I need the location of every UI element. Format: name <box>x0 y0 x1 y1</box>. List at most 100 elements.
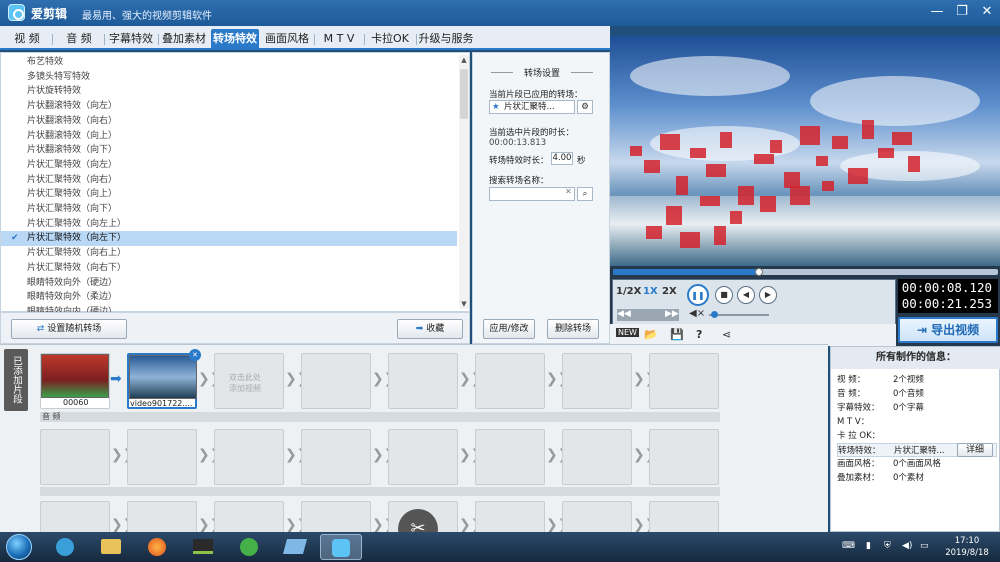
new-project-icon[interactable]: NEW <box>616 328 639 337</box>
share-icon[interactable]: ⋖ <box>722 328 731 341</box>
audio-slot[interactable] <box>475 429 545 485</box>
volume-tray-icon[interactable]: ◀) <box>902 541 912 551</box>
tab-style[interactable]: 画面风格 <box>262 29 312 49</box>
transition-item[interactable]: 片状翻滚特效（向下） <box>1 143 457 158</box>
transition-item[interactable]: ✔ 片状汇聚特效（向左下） <box>1 231 457 247</box>
keyboard-icon[interactable]: ⌨ <box>842 541 855 551</box>
total-time: 00:00:21.253 <box>901 296 992 311</box>
audio-slot[interactable] <box>40 429 110 485</box>
speed-normal[interactable]: 1X <box>643 286 658 297</box>
transition-item[interactable]: 片状旋转特效 <box>1 84 457 99</box>
tab-mtv[interactable]: M T V <box>316 29 362 49</box>
transition-item[interactable]: 片状汇聚特效（向右上） <box>1 246 457 261</box>
volume-icon[interactable]: ◀× <box>689 308 705 319</box>
transition-item[interactable]: 片状翻滚特效（向右） <box>1 114 457 129</box>
delete-transition-button[interactable]: 删除转场 <box>547 319 599 339</box>
rewind-icon[interactable]: ◀◀ <box>617 309 631 319</box>
refresh-app-icon[interactable] <box>228 534 270 560</box>
volume-slider[interactable] <box>709 314 769 316</box>
transition-item[interactable]: 片状汇聚特效（向左） <box>1 158 457 173</box>
firefox-icon[interactable] <box>136 534 178 560</box>
notes-app-icon[interactable] <box>274 534 316 560</box>
speed-half[interactable]: 1/2X <box>616 286 641 297</box>
explorer-icon[interactable] <box>90 534 132 560</box>
tab-upgrade[interactable]: 升级与服务 <box>418 29 474 49</box>
clip-slot[interactable]: 00060 <box>40 353 110 409</box>
transition-tile <box>892 132 912 145</box>
clear-search-icon[interactable]: ✕ <box>565 187 572 196</box>
transition-item[interactable]: 眼睛特效向外（硬边） <box>1 276 457 291</box>
transition-item[interactable]: 片状翻滚特效（向左） <box>1 99 457 114</box>
tab-subtitle[interactable]: 字幕特效 <box>106 29 156 49</box>
collect-button[interactable]: ➡ 收藏 <box>397 319 463 339</box>
security-icon[interactable]: ⛨ <box>884 541 891 551</box>
clip-slot[interactable]: video901722.... ✕ <box>127 349 201 409</box>
speed-double[interactable]: 2X <box>662 286 677 297</box>
remove-clip-icon[interactable]: ✕ <box>189 349 201 361</box>
close-button[interactable]: ✕ <box>976 3 998 21</box>
effect-duration-input[interactable]: 4.00 <box>551 152 573 165</box>
detail-button[interactable]: 详细 <box>957 443 993 457</box>
clock[interactable]: 17:10 2019/8/18 <box>938 535 996 559</box>
transition-item[interactable]: 多镜头特写特效 <box>1 70 457 85</box>
transition-tile <box>666 206 682 225</box>
audio-slot[interactable] <box>301 429 371 485</box>
audio-slot[interactable] <box>562 429 632 485</box>
transition-item[interactable]: 片状汇聚特效（向上） <box>1 187 457 202</box>
empty-clip-slot[interactable] <box>649 353 719 409</box>
random-transition-button[interactable]: ⇄ 设置随机转场 <box>11 319 127 339</box>
transition-tile <box>644 160 660 173</box>
transition-item[interactable]: 片状汇聚特效（向下） <box>1 202 457 217</box>
save-icon[interactable]: 💾 <box>670 328 684 341</box>
transition-item[interactable]: 片状汇聚特效（向右下） <box>1 261 457 276</box>
empty-clip-slot[interactable] <box>388 353 458 409</box>
media-player-icon[interactable] <box>44 534 86 560</box>
scroll-thumb[interactable] <box>460 69 468 119</box>
video-app-icon[interactable] <box>182 534 224 560</box>
maximize-button[interactable]: ❐ <box>951 3 973 21</box>
audio-slot[interactable] <box>127 429 197 485</box>
search-icon[interactable]: ⌕ <box>577 187 593 201</box>
audio-slot[interactable] <box>214 429 284 485</box>
empty-clip-slot[interactable] <box>475 353 545 409</box>
progress-handle[interactable] <box>755 268 764 276</box>
start-button[interactable] <box>6 534 32 560</box>
list-scrollbar[interactable]: ▲ ▼ <box>459 55 469 309</box>
search-input[interactable] <box>489 187 575 201</box>
scroll-down-icon[interactable]: ▼ <box>459 299 469 309</box>
transition-item[interactable]: 眼睛特效向外（柔边） <box>1 290 457 305</box>
tab-audio[interactable]: 音 频 <box>56 29 102 49</box>
scroll-up-icon[interactable]: ▲ <box>459 55 469 65</box>
open-folder-icon[interactable]: 📂 <box>644 328 658 341</box>
tab-karaoke[interactable]: 卡拉OK <box>366 29 414 49</box>
export-video-button[interactable]: ⇥ 导出视频 <box>898 317 998 343</box>
help-icon[interactable]: ? <box>696 328 702 341</box>
audio-slot[interactable] <box>388 429 458 485</box>
info-row: 卡 拉 OK： <box>837 431 881 441</box>
video-preview[interactable] <box>610 36 1000 266</box>
tab-overlay[interactable]: 叠加素材 <box>160 29 208 49</box>
tab-transition[interactable]: 转场特效 <box>211 29 259 49</box>
volume-knob[interactable] <box>711 311 718 318</box>
minimize-button[interactable]: — <box>926 3 948 21</box>
aijianji-task-icon[interactable] <box>320 534 362 560</box>
transition-item[interactable]: 片状翻滚特效（向上） <box>1 129 457 144</box>
transition-item[interactable]: 片状汇聚特效（向右） <box>1 173 457 188</box>
empty-clip-slot[interactable] <box>301 353 371 409</box>
transition-item[interactable]: 片状汇聚特效（向左上） <box>1 217 457 232</box>
audio-slot[interactable] <box>649 429 719 485</box>
stop-icon[interactable]: ■ <box>715 286 733 304</box>
clip-label: video901722.... <box>130 399 193 408</box>
apply-transition-button[interactable]: 应用/修改 <box>483 319 535 339</box>
transition-picker-icon[interactable]: ⚙ <box>577 100 593 114</box>
tab-video[interactable]: 视 频 <box>4 29 50 49</box>
prev-frame-icon[interactable]: ◀ <box>737 286 755 304</box>
forward-icon[interactable]: ▶▶ <box>665 309 679 319</box>
empty-clip-slot[interactable]: 双击此处 添加视频 <box>214 353 284 409</box>
transition-item[interactable]: 布艺特效 <box>1 55 457 70</box>
empty-clip-slot[interactable] <box>562 353 632 409</box>
next-frame-icon[interactable]: ▶ <box>759 286 777 304</box>
display-icon[interactable]: ▭ <box>920 541 929 551</box>
network-icon[interactable]: ▮ <box>866 541 871 551</box>
pause-icon[interactable]: ❚❚ <box>687 284 709 306</box>
